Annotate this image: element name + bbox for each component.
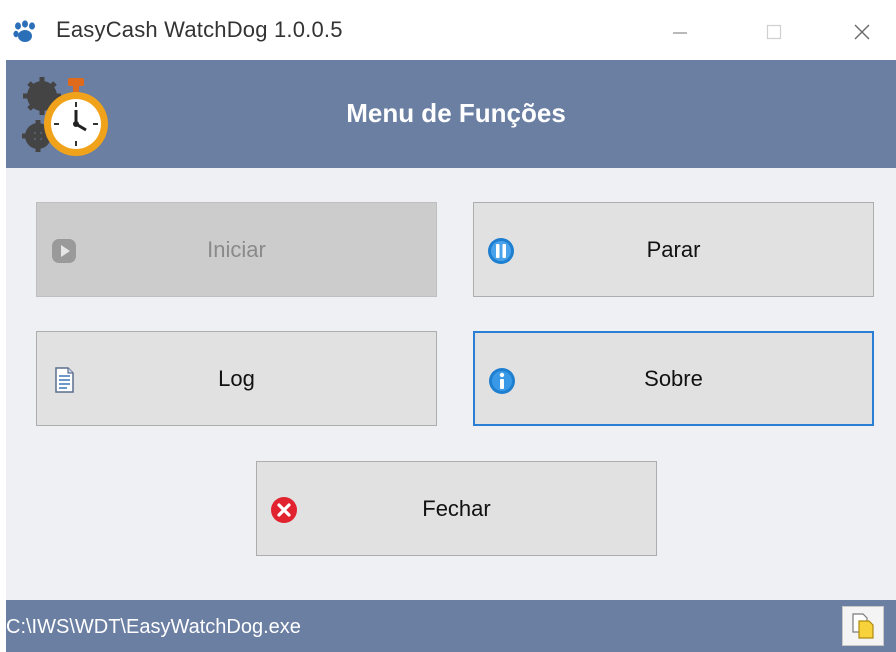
copy-icon [852,613,874,639]
minimize-icon [673,32,687,34]
parar-label: Parar [646,236,701,262]
window-title: EasyCash WatchDog 1.0.0.5 [56,17,343,42]
close-icon [854,24,870,40]
status-bar: C:\IWS\WDT\EasyWatchDog.exe [6,600,896,652]
sobre-button[interactable]: Sobre [473,331,874,426]
maximize-icon [766,24,782,40]
parar-button[interactable]: Parar [473,202,874,297]
fechar-button[interactable]: Fechar [256,461,657,556]
copy-path-button[interactable] [842,606,884,646]
header-band: Menu de Funções [6,60,896,168]
log-button[interactable]: Log [36,331,437,426]
maximize-button[interactable] [754,14,794,50]
executable-path: C:\IWS\WDT\EasyWatchDog.exe [6,616,301,638]
title-bar: EasyCash WatchDog 1.0.0.5 [0,0,896,60]
page-title: Menu de Funções [346,98,566,128]
paw-icon [13,20,35,42]
iniciar-label: Iniciar [207,236,266,262]
minimize-button[interactable] [660,14,700,50]
sobre-label: Sobre [644,365,703,391]
log-label: Log [218,365,255,391]
fechar-label: Fechar [422,495,491,521]
close-window-button[interactable] [842,14,882,50]
function-menu: Iniciar Parar Log Sobre Fechar [6,168,896,600]
iniciar-button[interactable]: Iniciar [36,202,437,297]
